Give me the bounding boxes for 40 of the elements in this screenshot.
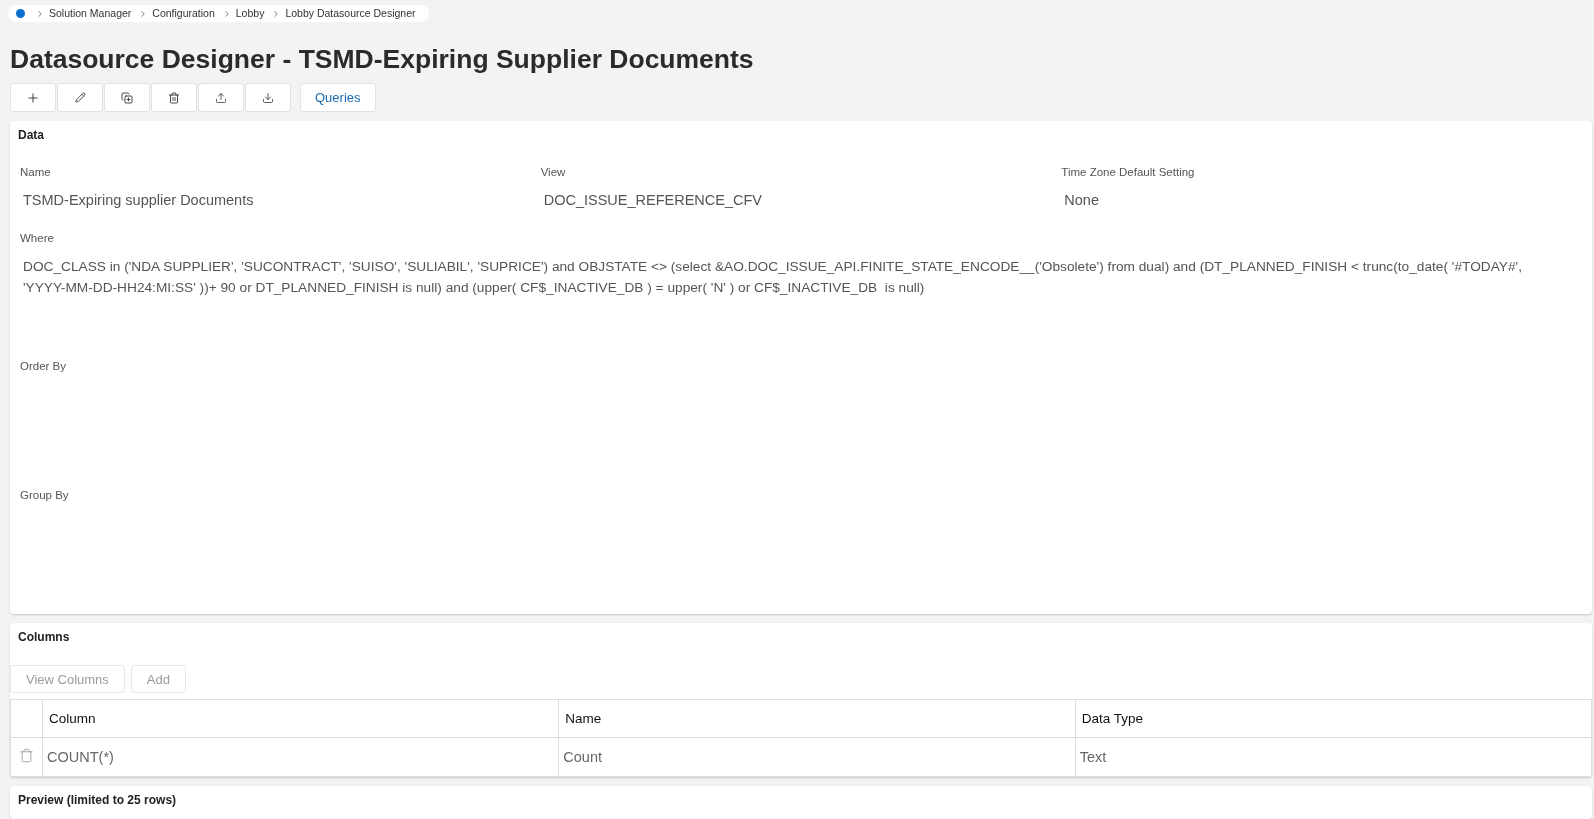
table-cell: Text <box>1075 737 1592 777</box>
field-value: DOC_ISSUE_REFERENCE_CFV <box>542 191 763 210</box>
where-clause-text: DOC_CLASS in ('NDA SUPPLIER', 'SUCONTRACT', 'SUISO', 'SULIABIL', 'SUPRICE') and OBJSTATE <> (select &AO.DOC_ISSUE_API.FINITE_STATE_ENCODE__('Obsolete') from dual) and (DT_PLANNED_FINISH < trunc(to_date( '#TODAY#', 'YYYY-MM-DD-HH24:MI:SS' ))+ 90 or DT_PLANNED_FINISH is null) and (upper( CF$_INACTIVE_DB ) = upper( 'N' ) or CF$_INACTIVE_DB is null) <box>22 258 1523 297</box>
panel-title: Preview (limited to 25 rows) <box>17 792 178 808</box>
import-button[interactable] <box>245 83 291 112</box>
column-header[interactable]: Data Type <box>1075 699 1592 738</box>
breadcrumb-link[interactable]: Configuration <box>152 5 215 22</box>
field-value: TSMD-Expiring supplier Documents <box>22 191 255 210</box>
column-header[interactable]: Name <box>558 699 1076 738</box>
field-label: Time Zone Default Setting <box>1061 165 1196 180</box>
table-cell: Count <box>558 737 1076 777</box>
column-header[interactable]: Column <box>42 699 559 738</box>
export-button[interactable] <box>198 83 244 112</box>
upload-icon <box>215 91 227 104</box>
field-label: Where <box>20 231 55 246</box>
chevron-icon <box>35 8 45 19</box>
trash-icon[interactable] <box>19 747 34 763</box>
home-dot-icon[interactable] <box>16 9 25 18</box>
field-label: View <box>540 165 567 180</box>
field-label: Group By <box>20 488 70 503</box>
queries-button[interactable]: Queries <box>300 83 376 112</box>
copy-plus-icon <box>121 91 133 104</box>
field-value: None <box>1063 191 1100 210</box>
panel-title: Data <box>17 127 45 143</box>
edit-button[interactable] <box>57 83 103 112</box>
download-icon <box>262 91 274 104</box>
duplicate-button[interactable] <box>104 83 150 112</box>
trash-icon <box>168 91 180 104</box>
page-title: Datasource Designer - TSMD-Expiring Supplier Documents <box>10 43 755 76</box>
field-label: Order By <box>20 359 67 374</box>
pencil-icon <box>74 92 86 103</box>
panel-title: Columns <box>17 629 71 645</box>
plus-icon <box>26 90 40 105</box>
table-cell: COUNT(*) <box>42 737 559 777</box>
breadcrumb-link[interactable]: Lobby Datasource Designer <box>285 5 416 22</box>
delete-button[interactable] <box>151 83 197 112</box>
breadcrumb-link[interactable]: Lobby <box>235 5 265 22</box>
add-button[interactable] <box>10 83 56 112</box>
field-label: Name <box>20 165 52 180</box>
breadcrumb-link[interactable]: Solution Manager <box>49 5 132 22</box>
